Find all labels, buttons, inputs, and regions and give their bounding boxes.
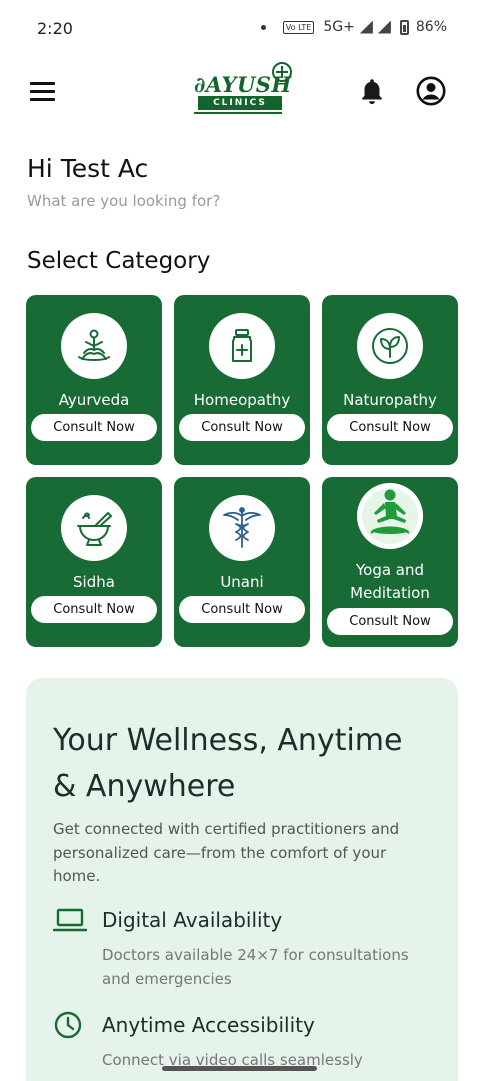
- signal-icon-2: [377, 20, 391, 34]
- notification-bell-icon[interactable]: [358, 77, 386, 107]
- select-category-heading: Select Category: [27, 248, 211, 274]
- category-grid: Ayurveda Consult Now Homeopathy Consult …: [26, 295, 458, 647]
- category-name: Unani: [220, 573, 264, 591]
- volte-badge: Vo LTE: [282, 20, 315, 34]
- caduceus-icon: [209, 495, 275, 561]
- home-indicator[interactable]: [162, 1066, 317, 1071]
- mortar-pestle-icon: [61, 495, 127, 561]
- category-card-homeopathy[interactable]: Homeopathy Consult Now: [174, 295, 310, 465]
- category-card-unani[interactable]: Unani Consult Now: [174, 477, 310, 647]
- consult-now-button[interactable]: Consult Now: [31, 414, 157, 441]
- app-logo: ∂AYUSH CLINICS: [192, 62, 292, 114]
- category-name: Sidha: [73, 573, 115, 591]
- feature-title: Anytime Accessibility: [102, 1013, 315, 1037]
- app-bar: ∂AYUSH CLINICS: [0, 60, 485, 124]
- notification-dot-icon: [260, 24, 266, 30]
- feature-description: Doctors available 24×7 for consultations…: [102, 946, 409, 988]
- greeting-title: Hi Test Ac: [27, 154, 149, 183]
- leaf-icon: [357, 313, 423, 379]
- meditation-lotus-icon: [61, 313, 127, 379]
- status-time: 2:20: [37, 19, 73, 38]
- category-name: Ayurveda: [58, 391, 130, 409]
- profile-icon[interactable]: [416, 76, 446, 106]
- status-icons: Vo LTE 5G+ 86%: [260, 19, 447, 35]
- category-name: Homeopathy: [193, 391, 291, 409]
- wellness-description: Get connected with certified practitione…: [53, 820, 400, 885]
- consult-now-button[interactable]: Consult Now: [31, 596, 157, 623]
- battery-percent: 86%: [415, 19, 447, 35]
- category-card-naturopathy[interactable]: Naturopathy Consult Now: [322, 295, 458, 465]
- category-name: Yoga and Meditation: [350, 561, 430, 602]
- clock-icon: [54, 1011, 82, 1039]
- medical-plus-icon: [272, 62, 292, 82]
- logo-subtitle: CLINICS: [198, 96, 282, 110]
- logo-underline: [194, 112, 282, 114]
- laptop-icon: [53, 908, 87, 932]
- greeting-subtitle: What are you looking for?: [27, 192, 221, 210]
- menu-icon[interactable]: [30, 82, 55, 101]
- category-name: Naturopathy: [343, 391, 437, 409]
- battery-icon: [399, 19, 409, 35]
- yoga-pose-icon: [357, 483, 423, 549]
- consult-now-button[interactable]: Consult Now: [327, 414, 453, 441]
- wellness-title: Your Wellness, Anytime & Anywhere: [53, 723, 403, 804]
- category-card-sidha[interactable]: Sidha Consult Now: [26, 477, 162, 647]
- signal-icon: [359, 20, 373, 34]
- consult-now-button[interactable]: Consult Now: [179, 596, 305, 623]
- category-card-yoga-meditation[interactable]: Yoga and Meditation Consult Now: [322, 477, 458, 647]
- status-bar: 2:20 Vo LTE 5G+ 86%: [0, 0, 485, 60]
- consult-now-button[interactable]: Consult Now: [327, 608, 453, 635]
- category-card-ayurveda[interactable]: Ayurveda Consult Now: [26, 295, 162, 465]
- wellness-card: Your Wellness, Anytime & Anywhere Get co…: [26, 678, 458, 1081]
- medicine-bottle-icon: [209, 313, 275, 379]
- consult-now-button[interactable]: Consult Now: [179, 414, 305, 441]
- feature-title: Digital Availability: [102, 908, 283, 932]
- network-type: 5G+: [323, 19, 355, 35]
